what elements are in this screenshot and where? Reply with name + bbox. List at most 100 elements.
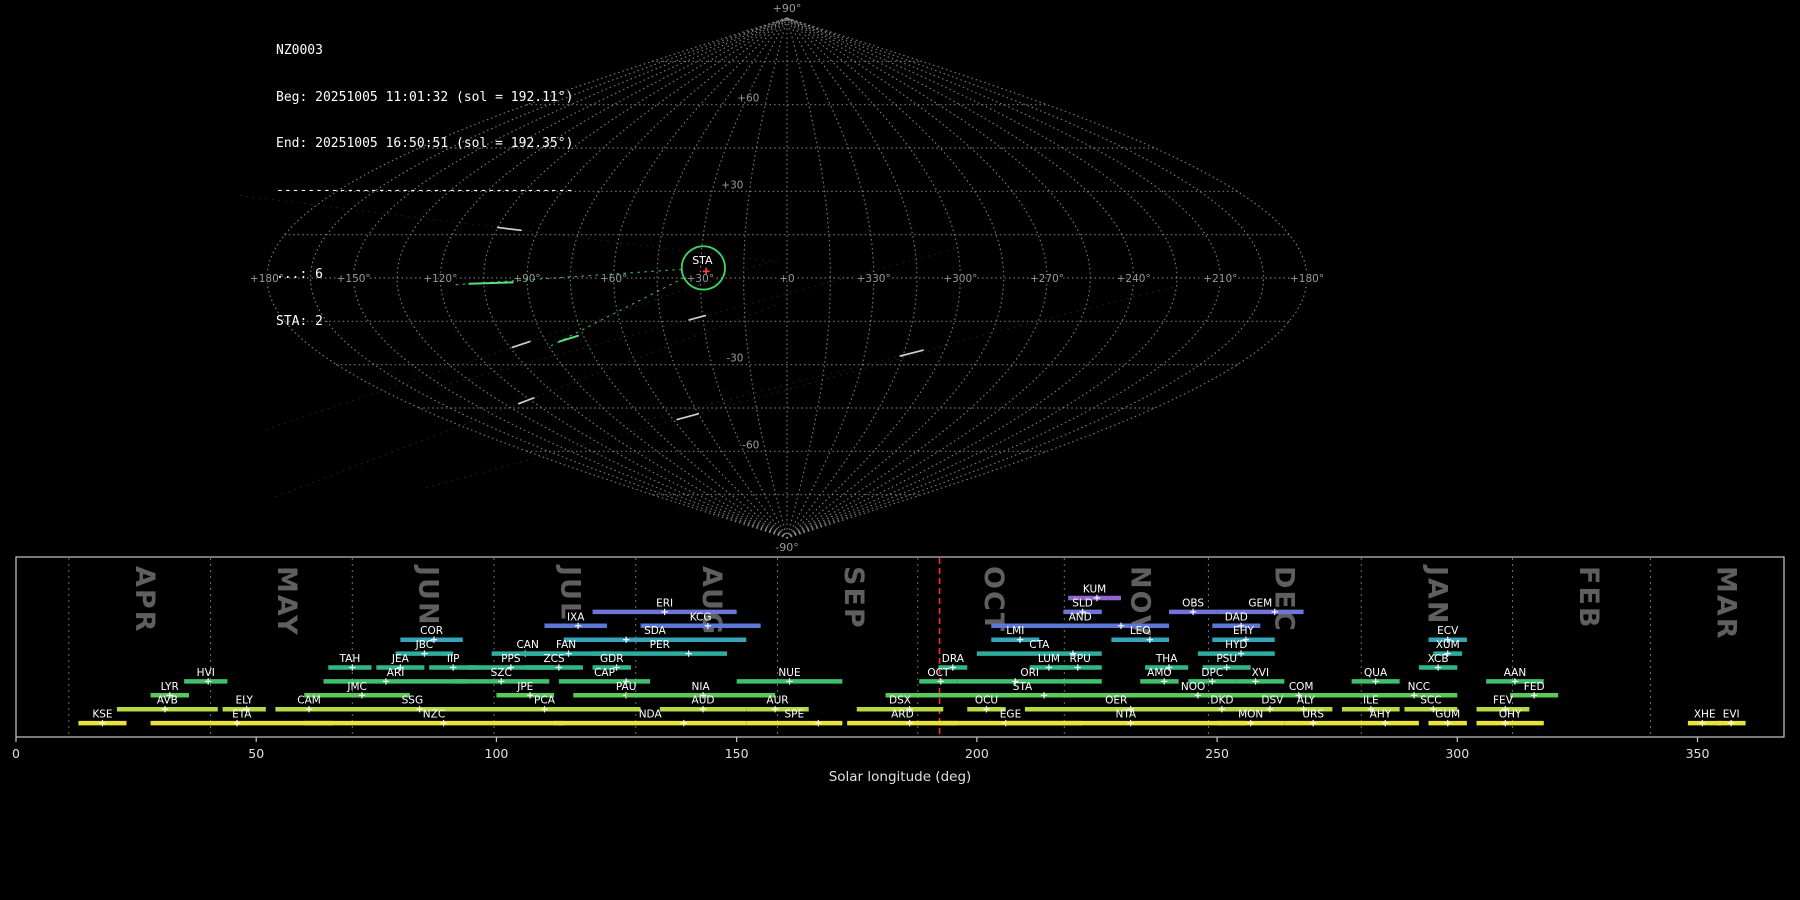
shower-code-label: AHY [1370, 709, 1392, 721]
shower-code-label: HVI [197, 667, 215, 679]
shower-code-label: NOO [1181, 681, 1205, 693]
shower-XHE: XHE [1687, 709, 1722, 727]
x-tick-label: 250 [1205, 746, 1229, 761]
shower-code-label: XUM [1436, 639, 1460, 651]
shower-code-label: EHY [1233, 625, 1255, 637]
shower-code-label: EGE [1000, 709, 1021, 721]
shower-code-label: GDR [600, 653, 624, 665]
shower-NUE: NUE [736, 667, 843, 685]
x-tick-label: 200 [965, 746, 989, 761]
latitude-label: -60 [742, 439, 759, 451]
shower-code-label: AVB [157, 695, 178, 707]
longitude-label: +30° [687, 273, 714, 285]
shower-code-label: FAN [556, 639, 576, 651]
shower-code-label: CAN [516, 639, 538, 651]
shower-code-label: FED [1524, 681, 1545, 693]
x-tick-label: 50 [248, 746, 264, 761]
shower-code-label: DSX [889, 695, 911, 707]
shower-code-label: NUE [778, 667, 800, 679]
sporadic-meteor-track [899, 349, 925, 357]
shower-code-label: XHE [1694, 709, 1716, 721]
shower-code-label: NIA [692, 681, 711, 693]
shower-EVI: EVI [1716, 709, 1746, 727]
pole-label-south: -90° [775, 541, 798, 554]
shower-code-label: ILE [1363, 695, 1379, 707]
shower-code-label: ZCS [543, 653, 565, 665]
shower-code-label: ERI [656, 597, 673, 609]
sporadic-count: ...: 6 [276, 267, 323, 282]
shower-code-label: JMC [346, 681, 367, 693]
x-tick-label: 350 [1686, 746, 1710, 761]
shower-code-label: LYR [161, 681, 179, 693]
shower-code-label: AND [1069, 611, 1092, 623]
shower-code-label: DPC [1201, 667, 1223, 679]
shower-code-label: PCA [534, 695, 556, 707]
observation-begin: Beg: 20251005 11:01:32 (sol = 192.11°) [276, 89, 574, 105]
shower-code-label: COR [420, 625, 443, 637]
month-label: JAN [1421, 564, 1452, 626]
longitude-label: +270° [1030, 273, 1064, 285]
month-label: DEC [1269, 566, 1300, 633]
shower-code-label: OCT [927, 667, 950, 679]
station-id: NZ0003 [276, 43, 323, 58]
shower-code-label: NZC [423, 709, 445, 721]
shower-code-label: ARI [387, 667, 405, 679]
shower-code-label: XCB [1428, 653, 1449, 665]
shower-code-label: PSU [1216, 653, 1237, 665]
shower-code-label: NDA [639, 709, 663, 721]
shower-code-label: TAH [339, 653, 361, 665]
shower-code-label: LMI [1006, 625, 1024, 637]
shower-QUA: QUA [1351, 667, 1400, 685]
shower-code-label: SDA [644, 625, 667, 637]
month-label: MAR [1711, 566, 1742, 641]
shower-code-label: GUM [1435, 709, 1460, 721]
shower-code-label: GEM [1248, 597, 1272, 609]
latitude-label: -30 [726, 353, 743, 365]
shower-code-label: IXA [567, 611, 585, 623]
shower-code-label: JPE [516, 681, 533, 693]
radiant-shower-label: STA [692, 254, 713, 267]
longitude-label: +180° [1290, 273, 1324, 285]
shower-code-label: OCU [975, 695, 998, 707]
shower-code-label: MON [1238, 709, 1263, 721]
sporadic-meteor-track [517, 397, 535, 405]
shower-code-label: OER [1105, 695, 1127, 707]
shower-code-label: SZC [491, 667, 512, 679]
x-tick-label: 150 [725, 746, 749, 761]
latitude-label: +60 [737, 93, 759, 105]
shower-code-label: SCC [1420, 695, 1441, 707]
shower-code-label: IIP [447, 653, 460, 665]
x-axis: 0 50 100 150 200 250 300 350 Solar longitude (de… [12, 737, 1709, 785]
shower-AVB: AVB [116, 695, 218, 713]
shower-code-label: PER [650, 639, 670, 651]
shower-code-label: DAD [1225, 611, 1248, 623]
month-label: JUN [413, 564, 444, 627]
shower-code-label: CTA [1029, 639, 1050, 651]
shower-code-label: ETA [232, 709, 252, 721]
month-label: FEB [1573, 566, 1604, 629]
shower-code-label: LUM [1038, 653, 1060, 665]
x-tick-label: 0 [12, 746, 20, 761]
summary-separator: -------------------------------------- [276, 182, 574, 198]
observation-summary: NZ0003 Beg: 20251005 11:01:32 (sol = 192… [276, 12, 573, 376]
shower-code-label: EVI [1723, 709, 1740, 721]
sporadic-meteor-track [676, 412, 700, 421]
shower-code-label: SPE [784, 709, 804, 721]
shower-code-label: ELY [235, 695, 253, 707]
longitude-label: +240° [1117, 273, 1151, 285]
shower-code-label: RPU [1069, 653, 1090, 665]
shower-code-label: QUA [1364, 667, 1388, 679]
shower-code-label: AAN [1504, 667, 1527, 679]
shower-code-label: DKD [1210, 695, 1233, 707]
shower-code-label: ECV [1437, 625, 1459, 637]
sporadic-meteor-track [688, 314, 707, 321]
observation-end: End: 20251005 16:50:51 (sol = 192.35°) [276, 136, 574, 151]
meteor-counts: ...: 6 STA: 2 [276, 236, 573, 360]
longitude-label: +300° [943, 273, 977, 285]
shower-code-label: NCC [1408, 681, 1431, 693]
x-tick-label: 300 [1445, 746, 1469, 761]
activity-timeline: APR MAY JUN JUL AUG SEP OCT NOV DEC JAN FEB MARKUME… [12, 556, 1785, 785]
month-label: MAY [271, 566, 302, 637]
month-label: SEP [838, 566, 869, 630]
shower-count: STA: 2 [276, 313, 323, 329]
